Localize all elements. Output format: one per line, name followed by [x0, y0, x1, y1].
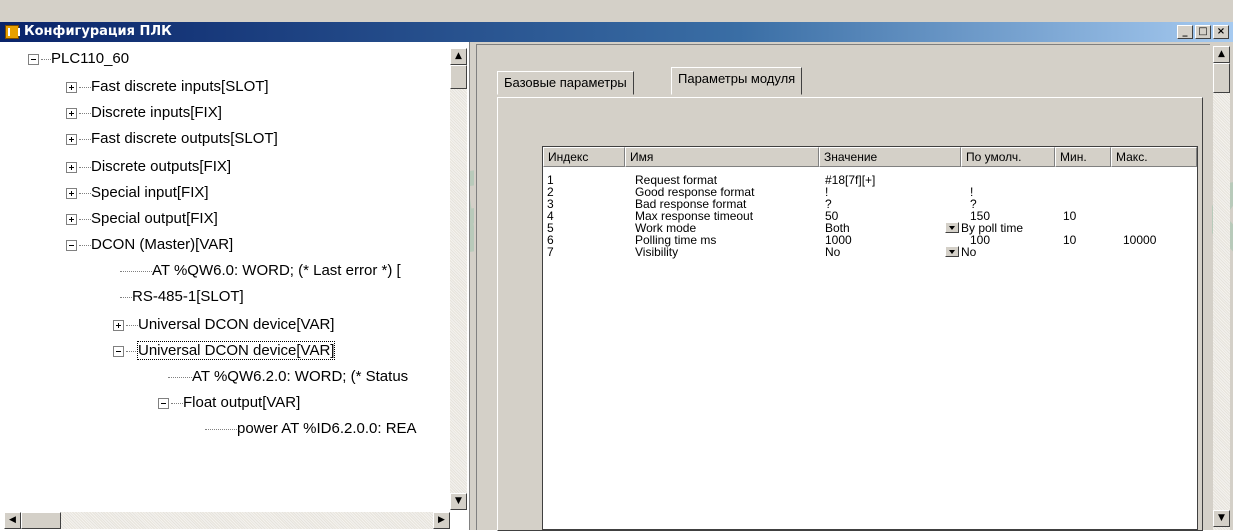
expand-icon[interactable] [66, 213, 77, 225]
config-tree: PLC110_60 Fast discrete inputs[SLOT] Dis… [0, 42, 470, 530]
tree-item-fast-discrete-inputs[interactable]: Fast discrete inputs[SLOT] [66, 74, 269, 100]
row-6-max: 10000 [1123, 233, 1157, 247]
tree-item-universal-dcon-1[interactable]: Universal DCON device[VAR] [113, 312, 334, 338]
row-7-default[interactable]: No [945, 246, 976, 258]
header-default[interactable]: По умолч. [961, 147, 1055, 167]
tree-item-special-output[interactable]: Special output[FIX] [66, 206, 218, 232]
header-min[interactable]: Мин. [1055, 147, 1111, 167]
main-vertical-scrollbar[interactable] [1213, 46, 1230, 530]
plc-config-icon [5, 25, 20, 39]
tree-item-discrete-outputs[interactable]: Discrete outputs[FIX] [66, 154, 231, 180]
close-button[interactable]: × [1213, 25, 1229, 39]
tree-item-status[interactable]: AT %QW6.2.0: WORD; (* Status [168, 364, 408, 390]
scroll-up-icon[interactable]: ▲ [450, 48, 467, 65]
tree-item-universal-dcon-2[interactable]: Universal DCON device[VAR] [113, 338, 336, 364]
expand-icon[interactable] [66, 161, 77, 173]
collapse-icon[interactable] [28, 53, 39, 65]
main-scroll-down-icon[interactable]: ▼ [1213, 510, 1230, 527]
row-7-name: Visibility [635, 245, 679, 259]
tab-base-parameters[interactable]: Базовые параметры [497, 71, 634, 95]
expand-icon[interactable] [66, 81, 77, 93]
main-scroll-up-icon[interactable]: ▲ [1213, 46, 1230, 63]
plc-config-window: ПРИБОРИКА ПРИБОРИКА Конфигурация ПЛК _ □… [0, 0, 1233, 531]
tree-item-fast-discrete-outputs[interactable]: Fast discrete outputs[SLOT] [66, 126, 278, 152]
window-title: Конфигурация ПЛК [24, 24, 172, 39]
header-max[interactable]: Макс. [1111, 147, 1197, 167]
tree-item-special-input[interactable]: Special input[FIX] [66, 180, 209, 206]
scroll-left-icon[interactable]: ◀ [4, 512, 21, 529]
expand-icon[interactable] [66, 187, 77, 199]
tree-vertical-scrollbar[interactable] [450, 48, 467, 510]
tree-scroll-thumb[interactable] [450, 65, 467, 89]
tree-item-float-output[interactable]: Float output[VAR] [158, 390, 300, 416]
expand-icon[interactable] [66, 133, 77, 145]
tree-item-last-error[interactable]: AT %QW6.0: WORD; (* Last error *) [ [120, 258, 401, 284]
dropdown-arrow-icon[interactable] [945, 222, 959, 233]
expand-icon[interactable] [66, 107, 77, 119]
title-bar: Конфигурация ПЛК _ □ × [0, 22, 1233, 42]
dropdown-arrow-icon[interactable] [945, 246, 959, 257]
expand-icon[interactable] [113, 319, 124, 331]
main-scroll-thumb[interactable] [1213, 63, 1230, 93]
maximize-button[interactable]: □ [1195, 25, 1211, 39]
tree-item-discrete-inputs[interactable]: Discrete inputs[FIX] [66, 100, 222, 126]
header-value[interactable]: Значение [819, 147, 961, 167]
scroll-down-icon[interactable]: ▼ [450, 493, 467, 510]
parameters-table: Индекс Имя Значение По умолч. Мин. Макс.… [542, 146, 1198, 530]
collapse-icon[interactable] [113, 345, 124, 357]
header-index[interactable]: Индекс [543, 147, 625, 167]
row-7-value[interactable]: No [825, 246, 840, 258]
row-1-value[interactable]: #18[7f][+] [825, 174, 875, 186]
collapse-icon[interactable] [66, 239, 77, 251]
header-name[interactable]: Имя [625, 147, 819, 167]
row-4-min: 10 [1063, 209, 1077, 223]
tree-hscroll-thumb[interactable] [21, 512, 61, 529]
tree-horizontal-scrollbar[interactable] [4, 512, 450, 529]
tree-item-rs485[interactable]: RS-485-1[SLOT] [120, 284, 244, 310]
row-7-index: 7 [547, 245, 554, 259]
tree-item-power[interactable]: power AT %ID6.2.0.0: REA [205, 416, 417, 442]
minimize-button[interactable]: _ [1177, 25, 1193, 39]
scroll-right-icon[interactable]: ▶ [433, 512, 450, 529]
tree-item-dcon-master[interactable]: DCON (Master)[VAR] [66, 232, 233, 258]
row-6-min: 10 [1063, 233, 1077, 247]
tab-module-parameters[interactable]: Параметры модуля [671, 67, 803, 95]
tree-root[interactable]: PLC110_60 [28, 46, 129, 72]
collapse-icon[interactable] [158, 397, 169, 409]
